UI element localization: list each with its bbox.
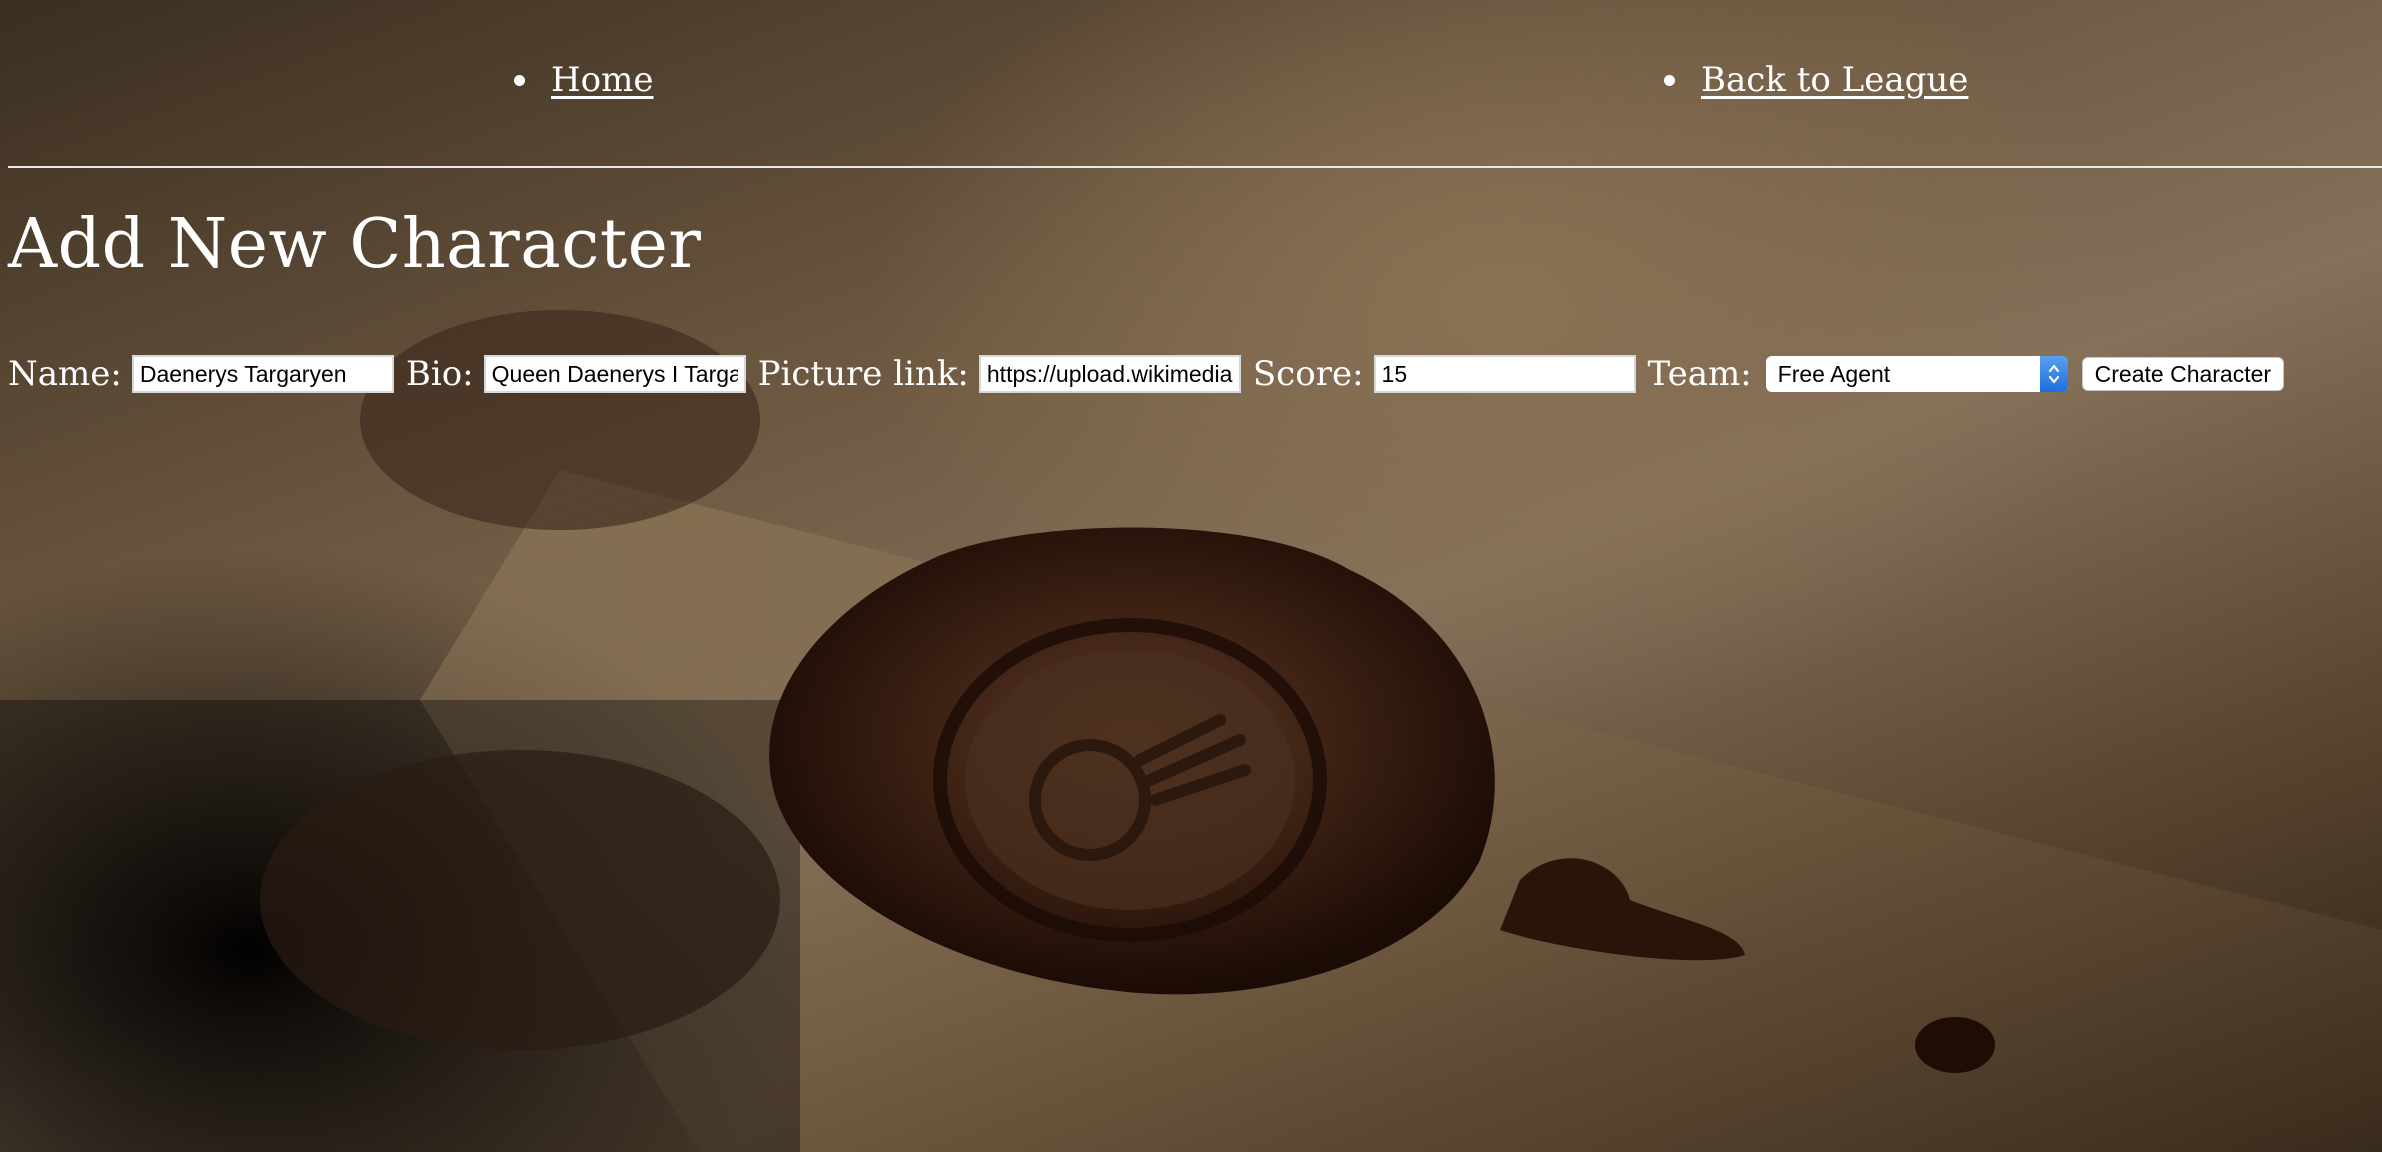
bio-label: Bio:: [405, 354, 474, 394]
create-character-button[interactable]: Create Character: [2081, 357, 2285, 391]
team-select-value: Free Agent: [1777, 360, 1891, 387]
team-label: Team:: [1647, 354, 1752, 394]
select-arrows-icon: [2039, 356, 2068, 392]
page-title: Add New Character: [8, 205, 702, 284]
picture-link-label: Picture link:: [757, 354, 969, 394]
home-link[interactable]: Home: [551, 60, 653, 100]
bullet-icon: [514, 74, 525, 86]
name-label: Name:: [8, 354, 122, 394]
bio-input[interactable]: [483, 355, 746, 393]
team-select[interactable]: Free Agent: [1765, 356, 2068, 392]
nav-item-league: Back to League: [1664, 60, 1968, 100]
nav-divider: [8, 166, 2382, 168]
wax-seal-background: [0, 310, 2382, 1152]
add-character-form: Name: Bio: Picture link: Score: Team: Fr…: [8, 352, 2285, 396]
bullet-icon: [1664, 74, 1675, 86]
top-navigation: Home Back to League: [0, 0, 2382, 168]
score-input[interactable]: [1373, 355, 1636, 393]
score-label: Score:: [1252, 354, 1364, 394]
picture-link-input[interactable]: [978, 355, 1241, 393]
back-to-league-link[interactable]: Back to League: [1701, 60, 1968, 100]
name-input[interactable]: [131, 355, 394, 393]
nav-item-home: Home: [514, 60, 653, 100]
page-content: Home Back to League Add New Character Na…: [0, 0, 2382, 394]
